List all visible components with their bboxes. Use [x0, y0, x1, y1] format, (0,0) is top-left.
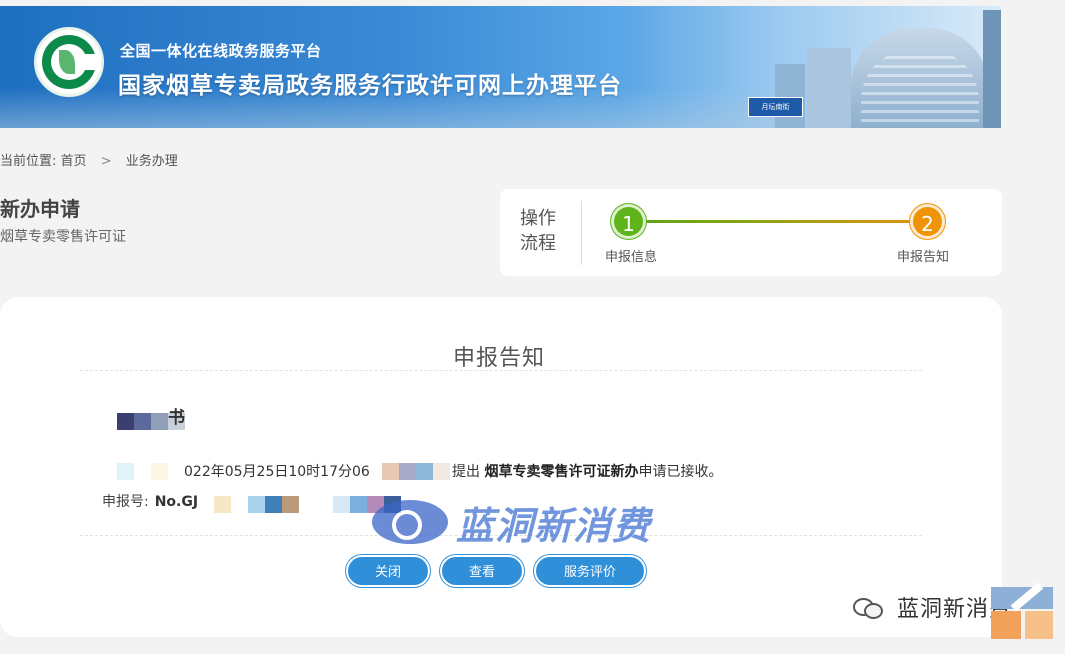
watermark-center: 蓝洞新消费: [372, 496, 651, 548]
banner-subtitle: 全国一体化在线政务服务平台: [120, 42, 322, 60]
watermark-corner: 蓝洞新消费: [853, 591, 1012, 623]
view-button[interactable]: 查看: [440, 555, 524, 587]
receipt-line: 022年05月25日10时17分06: [184, 461, 370, 481]
application-number-line: 申报号: No.GJ: [102, 491, 198, 511]
banner-building: [807, 48, 851, 128]
breadcrumb-prefix: 当前位置:: [0, 154, 57, 169]
letter-head: 书: [168, 408, 185, 428]
receipt-item: 烟草专卖零售许可证新办: [484, 464, 639, 480]
application-number-label: 申报号:: [102, 494, 149, 510]
step-2-indicator: 2: [910, 204, 945, 239]
step-1-indicator: 1: [611, 204, 646, 239]
process-label: 操作流程: [520, 208, 556, 254]
service-rating-button[interactable]: 服务评价: [534, 555, 646, 587]
banner-building: [983, 10, 1001, 128]
breadcrumb-home-link[interactable]: 首页: [61, 150, 87, 169]
notice-title: 申报告知: [453, 346, 546, 371]
page-subtitle: 烟草专卖零售许可证: [0, 229, 126, 245]
divider: [80, 370, 922, 371]
page-title: 新办申请: [0, 197, 80, 221]
process-divider: [581, 201, 582, 265]
wechat-icon: [853, 596, 883, 619]
header-banner: 月坛南街 全国一体化在线政务服务平台 国家烟草专卖局政务服务行政许可网上办理平台: [0, 6, 1001, 128]
watermark-text: 蓝洞新消费: [456, 503, 652, 548]
close-button[interactable]: 关闭: [346, 555, 430, 587]
application-number-value: No.GJ: [154, 494, 199, 510]
redaction-mosaic: [117, 463, 185, 480]
tobacco-logo-icon: [34, 27, 104, 97]
step-progress-track: [626, 220, 930, 223]
receipt-submit: 提出: [452, 464, 480, 480]
banner-main-building: [851, 28, 989, 128]
breadcrumb-current: 业务办理: [125, 154, 178, 169]
redaction-mosaic: [382, 463, 450, 480]
step-1-caption: 申报信息: [605, 250, 658, 265]
receipt-line-tail: 提出 烟草专卖零售许可证新办申请已接收。: [452, 461, 722, 481]
metro-sign: 月坛南街: [748, 97, 803, 117]
notice-card: 申报告知 书 022年05月25日10时17分06 提出 烟草专卖零售许可证新办…: [0, 297, 1002, 637]
banner-building: [775, 64, 805, 128]
breadcrumb: 当前位置: 首页 > 业务办理: [0, 150, 178, 169]
process-steps-card: 操作流程 1 2 申报信息 申报告知: [500, 189, 1002, 276]
breadcrumb-separator: >: [100, 154, 112, 169]
receipt-time: 022年05月25日10时17分06: [184, 464, 370, 480]
banner-title: 国家烟草专卖局政务服务行政许可网上办理平台: [118, 73, 622, 99]
watermark-badge-icon: [991, 582, 1053, 639]
watermark-logo-icon: [372, 500, 448, 544]
step-2-caption: 申报告知: [897, 250, 950, 265]
receipt-status: 申请已接收。: [638, 464, 723, 480]
